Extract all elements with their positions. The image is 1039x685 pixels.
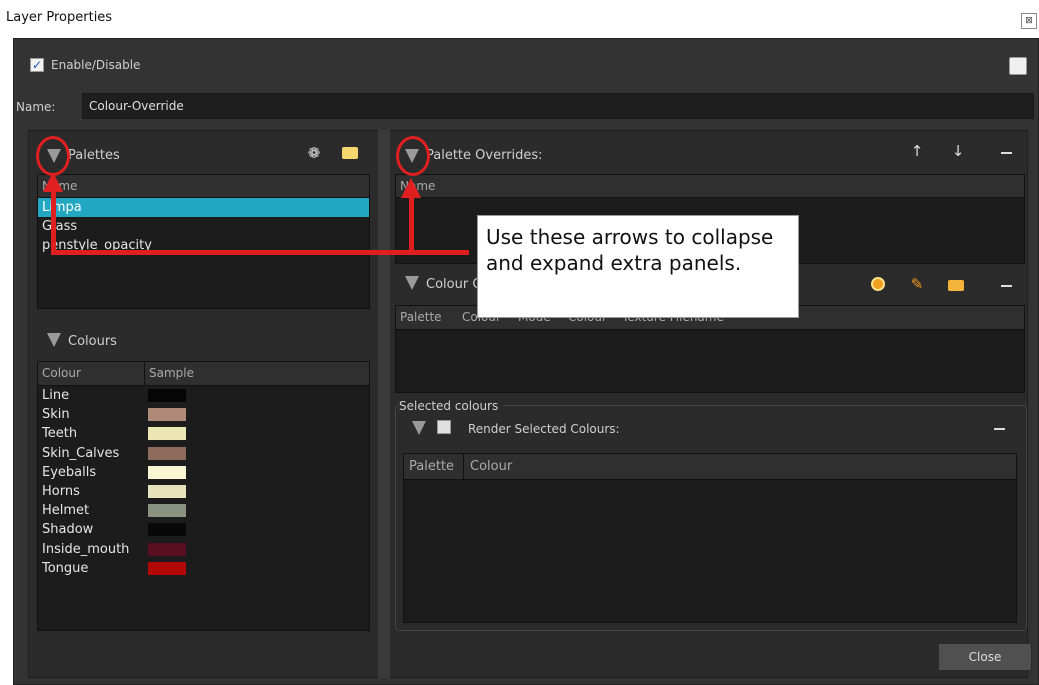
- colour-row[interactable]: Skin: [38, 405, 369, 424]
- colour-row[interactable]: Horns: [38, 482, 369, 501]
- annotation-ring-left: [36, 136, 70, 176]
- colour-swatch: [148, 542, 186, 556]
- colour-row[interactable]: Teeth: [38, 424, 369, 443]
- annotation-ring-right: [396, 136, 430, 176]
- window-title: Layer Properties: [6, 10, 113, 25]
- overrides-name-header: Name: [396, 175, 1024, 198]
- colour-name: Shadow: [42, 522, 94, 538]
- palettes-name-header: Name: [38, 175, 369, 198]
- render-selected-label: Render Selected Colours:: [468, 422, 620, 436]
- annotation-arrow-shaft-left: [51, 188, 56, 254]
- annotation-arrow-shaft-right: [409, 196, 414, 252]
- annotation-arrowhead-left: [43, 172, 63, 192]
- colours-header: Colour Sample: [38, 362, 369, 386]
- list-item[interactable]: Glass: [38, 217, 369, 236]
- colour-row[interactable]: Tongue: [38, 559, 369, 578]
- colour-name: Horns: [42, 483, 80, 499]
- colour-swatch: [148, 465, 186, 479]
- colours-title: Colours: [68, 334, 117, 349]
- colour-swatch: [148, 523, 186, 537]
- brush-icon[interactable]: ✎: [907, 275, 927, 293]
- open-folder-icon[interactable]: [948, 280, 964, 291]
- colour-row[interactable]: Shadow: [38, 520, 369, 539]
- close-button[interactable]: Close: [938, 643, 1032, 671]
- palettes-title: Palettes: [68, 148, 120, 163]
- name-label: Name:: [16, 100, 56, 114]
- selected-colours-label: Selected colours: [399, 399, 505, 413]
- colour-row[interactable]: Helmet: [38, 501, 369, 520]
- selected-colours-list: Palette Colour: [403, 453, 1017, 623]
- colours-collapse-arrow-icon[interactable]: [47, 333, 61, 347]
- palette-browser-icon[interactable]: ❁: [304, 144, 324, 162]
- colour-name: Eyeballs: [42, 464, 97, 480]
- move-down-icon[interactable]: ↓: [948, 142, 968, 160]
- colour-swatch: [148, 427, 186, 441]
- layer-properties-dialog: ✓ Enable/Disable Name: Colour-Override P…: [13, 38, 1039, 685]
- panel-splitter[interactable]: [378, 130, 390, 678]
- sample-column-header: Sample: [149, 366, 194, 380]
- colour-picker-icon[interactable]: [871, 277, 885, 291]
- palette-column-header: Palette: [400, 310, 442, 324]
- colour-name: Helmet: [42, 503, 90, 519]
- close-icon[interactable]: ⊠: [1021, 13, 1037, 29]
- colour-column-header: Colour: [470, 459, 513, 474]
- enable-checkbox[interactable]: ✓: [30, 58, 44, 72]
- colour-row[interactable]: Inside_mouth: [38, 540, 369, 559]
- colour-name: Line: [42, 388, 70, 403]
- remove-palette-override-icon[interactable]: [1001, 152, 1012, 154]
- colour-rows: Line Skin Teeth Skin_Calves Eyeballs Horns Hel…: [38, 386, 369, 578]
- colour-overrides-list: Palette Colour Mode Colour Texture Filen…: [395, 305, 1025, 393]
- title-bar: Layer Properties ⊠: [0, 0, 1039, 38]
- colour-name: Teeth: [42, 426, 78, 442]
- color-toggle-button[interactable]: [1009, 57, 1027, 75]
- annotation-callout: Use these arrows to collapse and expand …: [477, 215, 799, 318]
- enable-label: Enable/Disable: [51, 58, 141, 72]
- colour-overrides-title: Colour C: [426, 277, 482, 292]
- colour-swatch: [148, 389, 186, 402]
- column-divider: [144, 362, 145, 386]
- selected-colours-header: Palette Colour: [404, 454, 1016, 480]
- colour-swatch: [148, 561, 186, 575]
- colour-overrides-collapse-arrow-icon[interactable]: [405, 276, 419, 290]
- colour-name: Inside_mouth: [42, 541, 130, 557]
- remove-selected-icon[interactable]: [994, 428, 1005, 430]
- palette-column-header: Palette: [409, 459, 455, 474]
- colour-name: Skin: [42, 407, 70, 423]
- colour-column-header: Colour: [42, 366, 81, 380]
- colour-row[interactable]: Line: [38, 386, 369, 405]
- colour-name: Skin_Calves: [42, 445, 120, 461]
- annotation-arrowhead-right: [401, 178, 421, 198]
- remove-colour-override-icon[interactable]: [1001, 285, 1012, 287]
- annotation-arrow-connector: [51, 250, 469, 255]
- colour-swatch: [148, 504, 186, 518]
- name-input[interactable]: Colour-Override: [82, 93, 1034, 119]
- colour-name: Tongue: [42, 560, 89, 576]
- move-up-icon[interactable]: ↑: [907, 142, 927, 160]
- list-item[interactable]: Limpa: [38, 198, 369, 217]
- palettes-list: Name Limpa Glass penstyle_opacity: [37, 174, 370, 309]
- palette-overrides-title: Palette Overrides:: [426, 148, 543, 163]
- colour-swatch: [148, 484, 186, 498]
- colour-row[interactable]: Eyeballs: [38, 463, 369, 482]
- colour-swatch: [148, 446, 186, 460]
- render-selected-checkbox[interactable]: [437, 420, 451, 434]
- folder-icon[interactable]: [342, 147, 358, 159]
- colour-row[interactable]: Skin_Calves: [38, 444, 369, 463]
- colours-list: Colour Sample Line Skin Teeth Skin_Calves Ey…: [37, 361, 370, 631]
- column-divider: [463, 454, 464, 480]
- render-selected-collapse-arrow-icon[interactable]: [412, 421, 426, 435]
- colour-swatch: [148, 408, 186, 422]
